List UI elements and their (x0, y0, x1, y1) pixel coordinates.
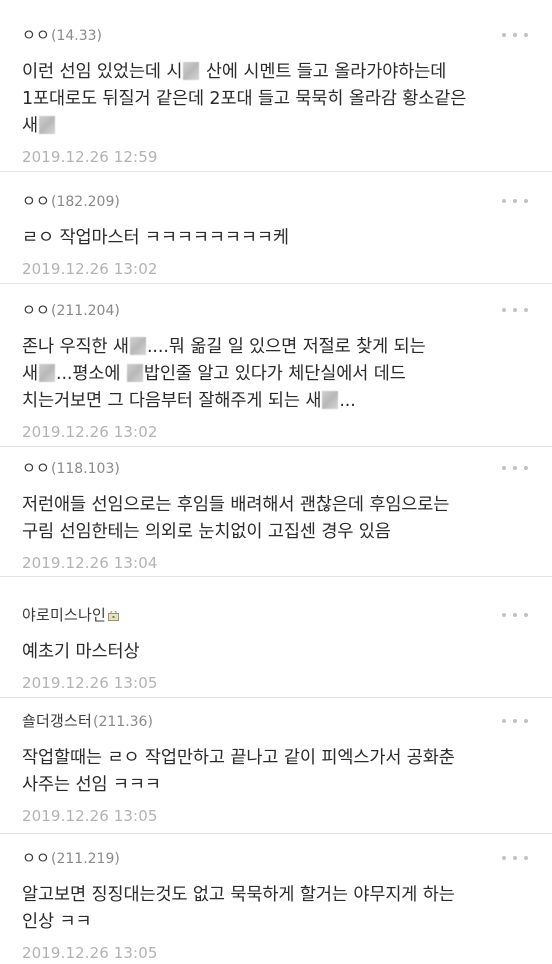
comment-line: 예초기 마스터상 (22, 642, 140, 662)
comment-line: 사주는 선임 ㅋㅋㅋ (22, 775, 161, 795)
comment-author[interactable]: ㅇㅇ (22, 459, 50, 477)
comment-item: ㅇㅇ(14.33) 이런 선임 있었는데 시 산에 시멘트 들고 올라가야하는데… (0, 22, 552, 168)
more-options-icon[interactable] (502, 25, 528, 45)
comment-ip: (211.204) (51, 303, 120, 319)
divider (0, 171, 552, 172)
comment-item: ㅇㅇ(182.209) ㄹㅇ 작업마스터 ㅋㅋㅋㅋㅋㅋㅋㅋ케 2019.12.2… (0, 188, 552, 280)
comment-line: 치는거보면 그 다음부터 잘해주게 되는 새... (22, 391, 356, 411)
comment-body: 이런 선임 있었는데 시 산에 시멘트 들고 올라가야하는데 1포대로도 뒤질거… (22, 59, 532, 140)
comment-header: ㅇㅇ(211.204) (22, 297, 532, 323)
comment-author[interactable]: ㅇㅇ (22, 301, 50, 319)
comment-header: ㅇㅇ(118.103) (22, 455, 532, 481)
comment-date: 2019.12.26 13:04 (22, 554, 158, 572)
comment-author[interactable]: 숄더갱스터 (22, 712, 92, 730)
divider (0, 446, 552, 447)
comment-line: 인상 ㅋㅋ (22, 912, 92, 932)
comment-line: 작업할때는 ㄹㅇ 작업만하고 끝나고 같이 피엑스가서 공화춘 (22, 748, 455, 768)
comment-line: 새 (22, 113, 532, 140)
comment-ip: (211.219) (51, 851, 120, 867)
fixed-nick-icon (108, 611, 120, 621)
comment-author[interactable]: 야로미스나인 (22, 606, 106, 624)
comment-date: 2019.12.26 13:05 (22, 807, 158, 825)
more-options-icon[interactable] (502, 191, 528, 211)
comment-date: 2019.12.26 13:05 (22, 944, 158, 962)
comment-author[interactable]: ㅇㅇ (22, 26, 50, 44)
more-options-icon[interactable] (502, 300, 528, 320)
comment-ip: (118.103) (51, 461, 120, 477)
more-options-icon[interactable] (502, 711, 528, 731)
comment-body: ㄹㅇ 작업마스터 ㅋㅋㅋㅋㅋㅋㅋㅋ케 (22, 225, 532, 252)
more-options-icon[interactable] (502, 848, 528, 868)
censored-blur (126, 364, 143, 382)
censored-blur (129, 337, 146, 355)
comment-header: ㅇㅇ(14.33) (22, 22, 532, 48)
comment-header: ㅇㅇ(211.219) (22, 845, 532, 871)
comment-author[interactable]: ㅇㅇ (22, 192, 50, 210)
divider (0, 697, 552, 698)
comment-ip: (182.209) (51, 194, 120, 210)
comment-list: ㅇㅇ(14.33) 이런 선임 있었는데 시 산에 시멘트 들고 올라가야하는데… (0, 0, 552, 962)
comment-line: 알고보면 징징대는것도 없고 묵묵하게 할거는 야무지게 하는 (22, 885, 455, 905)
comment-header: 숄더갱스터(211.36) (22, 708, 532, 734)
comment-body: 예초기 마스터상 (22, 639, 532, 666)
divider (0, 283, 552, 284)
comment-body: 작업할때는 ㄹㅇ 작업만하고 끝나고 같이 피엑스가서 공화춘 사주는 선임 ㅋ… (22, 745, 532, 799)
more-options-icon[interactable] (502, 458, 528, 478)
comment-date: 2019.12.26 13:05 (22, 674, 158, 692)
comment-date: 2019.12.26 12:59 (22, 148, 158, 166)
censored-blur (39, 116, 55, 134)
comment-ip: (211.36) (93, 714, 153, 730)
comment-item: ㅇㅇ(211.204) 존나 우직한 새 ....뭐 옮길 일 있으면 저절로 찾… (0, 297, 552, 443)
comment-body: 존나 우직한 새 ....뭐 옮길 일 있으면 저절로 찾게 되는 새 ...평소에… (22, 334, 532, 415)
comment-author[interactable]: ㅇㅇ (22, 849, 50, 867)
comment-line: 이런 선임 있었는데 시 산에 시멘트 들고 올라가야하는데 (22, 62, 447, 82)
comment-header: ㅇㅇ(182.209) (22, 188, 532, 214)
comment-item: ㅇㅇ(211.219) 알고보면 징징대는것도 없고 묵묵하게 할거는 야무지게… (0, 845, 552, 964)
comment-line: 새 ...평소에 밥인줄 알고 있다가 체단실에서 데드 (22, 364, 406, 384)
comment-date: 2019.12.26 13:02 (22, 260, 158, 278)
censored-blur (39, 364, 55, 382)
comment-header: 야로미스나인 (22, 602, 532, 628)
divider (0, 833, 552, 834)
more-options-icon[interactable] (502, 605, 528, 625)
comment-line: ㄹㅇ 작업마스터 ㅋㅋㅋㅋㅋㅋㅋㅋ케 (22, 228, 289, 248)
comment-item: 야로미스나인 예초기 마스터상 2019.12.26 13:05 (0, 602, 552, 694)
comment-body: 저런애들 선임으로는 후임들 배려해서 괜찮은데 후임으로는 구림 선임한테는 … (22, 492, 532, 546)
comment-item: ㅇㅇ(118.103) 저런애들 선임으로는 후임들 배려해서 괜찮은데 후임으… (0, 455, 552, 574)
censored-blur (183, 62, 200, 80)
divider (0, 576, 552, 577)
comment-line: 존나 우직한 새 ....뭐 옮길 일 있으면 저절로 찾게 되는 (22, 337, 426, 357)
comment-date: 2019.12.26 13:02 (22, 423, 158, 441)
comment-ip: (14.33) (51, 28, 103, 44)
comment-body: 알고보면 징징대는것도 없고 묵묵하게 할거는 야무지게 하는 인상 ㅋㅋ (22, 882, 532, 936)
comment-line: 저런애들 선임으로는 후임들 배려해서 괜찮은데 후임으로는 (22, 495, 450, 515)
comment-item: 숄더갱스터(211.36) 작업할때는 ㄹㅇ 작업만하고 끝나고 같이 피엑스가… (0, 708, 552, 827)
censored-blur (322, 391, 339, 409)
comment-line: 구림 선임한테는 의외로 눈치없이 고집센 경우 있음 (22, 522, 391, 542)
comment-line: 1포대로도 뒤질거 같은데 2포대 들고 묵묵히 올라감 황소같은 (22, 89, 467, 109)
